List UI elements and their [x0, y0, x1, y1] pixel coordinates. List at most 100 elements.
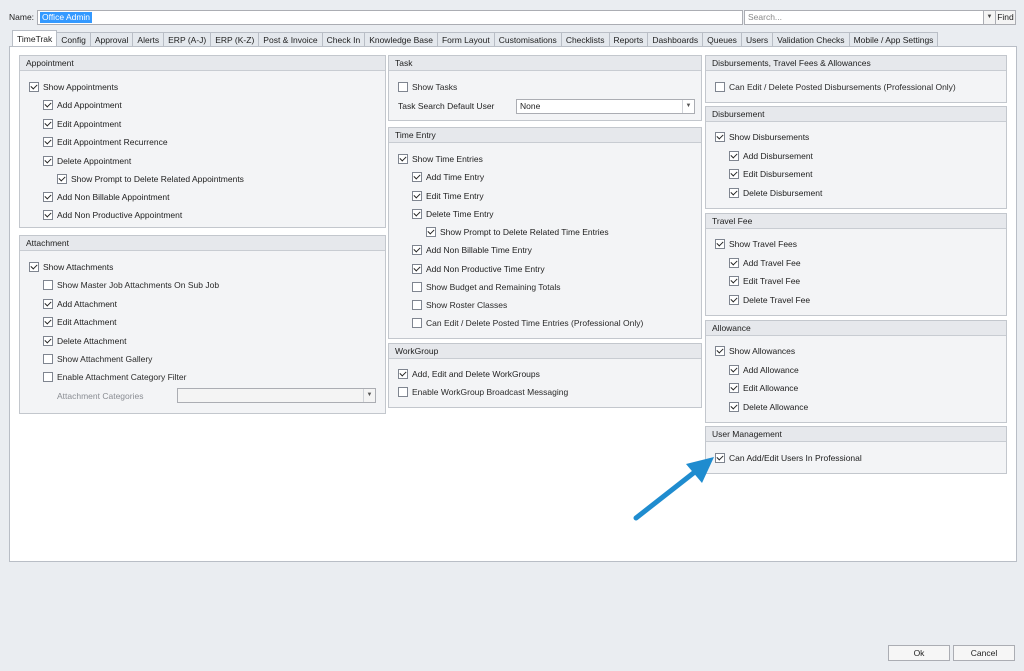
checkbox-show-time-entries[interactable]: Show Time Entries [398, 153, 483, 165]
find-button[interactable]: Find [995, 10, 1016, 25]
tab-checklists[interactable]: Checklists [560, 32, 610, 47]
group-title: Time Entry [389, 128, 701, 143]
checkbox-show-attachments[interactable]: Show Attachments [29, 261, 113, 273]
checkbox-show-travel-fees[interactable]: Show Travel Fees [715, 238, 797, 250]
name-value: Office Admin [40, 12, 93, 23]
checkbox-edit-appointment[interactable]: Edit Appointment [43, 118, 121, 130]
checkbox-add-attachment[interactable]: Add Attachment [43, 298, 117, 310]
checkbox-checked-icon [412, 191, 422, 201]
tab-dashboards[interactable]: Dashboards [647, 32, 704, 47]
checkbox-show-disbursements[interactable]: Show Disbursements [715, 131, 809, 143]
checkbox-checked-icon [43, 210, 53, 220]
checkbox-edit-posted-disbursements[interactable]: Can Edit / Delete Posted Disbursements (… [715, 81, 956, 93]
checkbox-checked-icon [412, 264, 422, 274]
checkbox-checked-icon [43, 119, 53, 129]
checkbox-checked-icon [43, 156, 53, 166]
checkbox-unchecked-icon [43, 354, 53, 364]
checkbox-checked-icon [43, 336, 53, 346]
checkbox-edit-posted-time-entries[interactable]: Can Edit / Delete Posted Time Entries (P… [412, 317, 643, 329]
checkbox-show-prompt-delete-time-entries[interactable]: Show Prompt to Delete Related Time Entri… [426, 226, 609, 238]
checkbox-add-edit-delete-workgroups[interactable]: Add, Edit and Delete WorkGroups [398, 368, 540, 380]
checkbox-checked-icon [29, 82, 39, 92]
checkbox-add-non-billable-time-entry[interactable]: Add Non Billable Time Entry [412, 244, 532, 256]
checkbox-add-non-productive-appointment[interactable]: Add Non Productive Appointment [43, 209, 182, 221]
checkbox-checked-icon [715, 132, 725, 142]
checkbox-edit-travel-fee[interactable]: Edit Travel Fee [729, 275, 800, 287]
checkbox-show-attachment-gallery[interactable]: Show Attachment Gallery [43, 353, 152, 365]
checkbox-checked-icon [729, 169, 739, 179]
checkbox-show-prompt-delete-appointments[interactable]: Show Prompt to Delete Related Appointmen… [57, 173, 244, 185]
checkbox-edit-attachment[interactable]: Edit Attachment [43, 316, 117, 328]
checkbox-delete-travel-fee[interactable]: Delete Travel Fee [729, 294, 810, 306]
tab-erp-k-z[interactable]: ERP (K-Z) [210, 32, 260, 47]
checkbox-checked-icon [398, 154, 408, 164]
checkbox-add-allowance[interactable]: Add Allowance [729, 364, 799, 376]
cancel-button[interactable]: Cancel [953, 645, 1015, 661]
checkbox-unchecked-icon [43, 372, 53, 382]
checkbox-edit-disbursement[interactable]: Edit Disbursement [729, 168, 812, 180]
checkbox-show-roster-classes[interactable]: Show Roster Classes [412, 299, 507, 311]
checkbox-edit-time-entry[interactable]: Edit Time Entry [412, 190, 484, 202]
attachment-categories-select[interactable]: ▼ [177, 388, 376, 403]
name-label: Name: [9, 12, 35, 22]
disbursement-group: Disbursement Show Disbursements Add Disb… [705, 106, 1007, 209]
checkbox-delete-attachment[interactable]: Delete Attachment [43, 335, 126, 347]
checkbox-checked-icon [43, 100, 53, 110]
task-default-user-select[interactable]: None ▼ [516, 99, 695, 114]
checkbox-show-master-job-attachments[interactable]: Show Master Job Attachments On Sub Job [43, 279, 219, 291]
checkbox-show-appointments[interactable]: Show Appointments [29, 81, 118, 93]
checkbox-add-travel-fee[interactable]: Add Travel Fee [729, 257, 801, 269]
checkbox-edit-allowance[interactable]: Edit Allowance [729, 382, 798, 394]
name-input[interactable]: Office Admin [37, 10, 743, 25]
checkbox-add-edit-users-professional[interactable]: Can Add/Edit Users In Professional [715, 452, 862, 464]
tab-check-in[interactable]: Check In [321, 32, 366, 47]
checkbox-delete-time-entry[interactable]: Delete Time Entry [412, 208, 494, 220]
tab-form-layout[interactable]: Form Layout [436, 32, 495, 47]
task-group: Task Show Tasks Task Search Default User… [388, 55, 702, 121]
checkbox-add-non-productive-time-entry[interactable]: Add Non Productive Time Entry [412, 263, 545, 275]
search-input[interactable]: Search... [744, 10, 987, 25]
tab-validation-checks[interactable]: Validation Checks [772, 32, 850, 47]
ok-button[interactable]: Ok [888, 645, 950, 661]
checkbox-checked-icon [57, 174, 67, 184]
checkbox-delete-disbursement[interactable]: Delete Disbursement [729, 187, 822, 199]
checkbox-add-disbursement[interactable]: Add Disbursement [729, 150, 813, 162]
settings-panel: Appointment Show Appointments Add Appoin… [9, 46, 1017, 562]
annotation-arrow-icon [633, 457, 714, 521]
tab-config[interactable]: Config [56, 32, 91, 47]
tab-users[interactable]: Users [740, 32, 774, 47]
checkbox-checked-icon [729, 365, 739, 375]
tab-knowledge-base[interactable]: Knowledge Base [364, 32, 438, 47]
checkbox-checked-icon [729, 151, 739, 161]
user-management-group: User Management Can Add/Edit Users In Pr… [705, 426, 1007, 474]
tab-reports[interactable]: Reports [608, 32, 649, 47]
time-entry-group: Time Entry Show Time Entries Add Time En… [388, 127, 702, 339]
tab-queues[interactable]: Queues [702, 32, 742, 47]
task-default-user-label: Task Search Default User [398, 101, 495, 111]
checkbox-delete-appointment[interactable]: Delete Appointment [43, 155, 131, 167]
tab-mobile-app-settings[interactable]: Mobile / App Settings [848, 32, 939, 47]
checkbox-enable-workgroup-broadcast[interactable]: Enable WorkGroup Broadcast Messaging [398, 386, 568, 398]
checkbox-unchecked-icon [715, 82, 725, 92]
checkbox-checked-icon [729, 276, 739, 286]
checkbox-checked-icon [398, 369, 408, 379]
checkbox-show-allowances[interactable]: Show Allowances [715, 345, 795, 357]
checkbox-add-appointment[interactable]: Add Appointment [43, 99, 122, 111]
tab-approval[interactable]: Approval [89, 32, 134, 47]
workgroup-group: WorkGroup Add, Edit and Delete WorkGroup… [388, 343, 702, 408]
checkbox-edit-appointment-recurrence[interactable]: Edit Appointment Recurrence [43, 136, 168, 148]
checkbox-unchecked-icon [412, 318, 422, 328]
tab-customisations[interactable]: Customisations [493, 32, 562, 47]
checkbox-show-tasks[interactable]: Show Tasks [398, 81, 457, 93]
tab-alerts[interactable]: Alerts [132, 32, 165, 47]
tab-erp-a-j[interactable]: ERP (A-J) [163, 32, 212, 47]
checkbox-delete-allowance[interactable]: Delete Allowance [729, 401, 808, 413]
checkbox-add-time-entry[interactable]: Add Time Entry [412, 171, 484, 183]
task-default-user-value: None [520, 101, 541, 111]
appointment-group: Appointment Show Appointments Add Appoin… [19, 55, 386, 228]
checkbox-add-non-billable-appointment[interactable]: Add Non Billable Appointment [43, 191, 169, 203]
tab-post-invoice[interactable]: Post & Invoice [258, 32, 323, 47]
tab-timetrak[interactable]: TimeTrak [12, 30, 58, 47]
checkbox-show-budget-remaining[interactable]: Show Budget and Remaining Totals [412, 281, 561, 293]
checkbox-enable-attachment-category-filter[interactable]: Enable Attachment Category Filter [43, 371, 186, 383]
